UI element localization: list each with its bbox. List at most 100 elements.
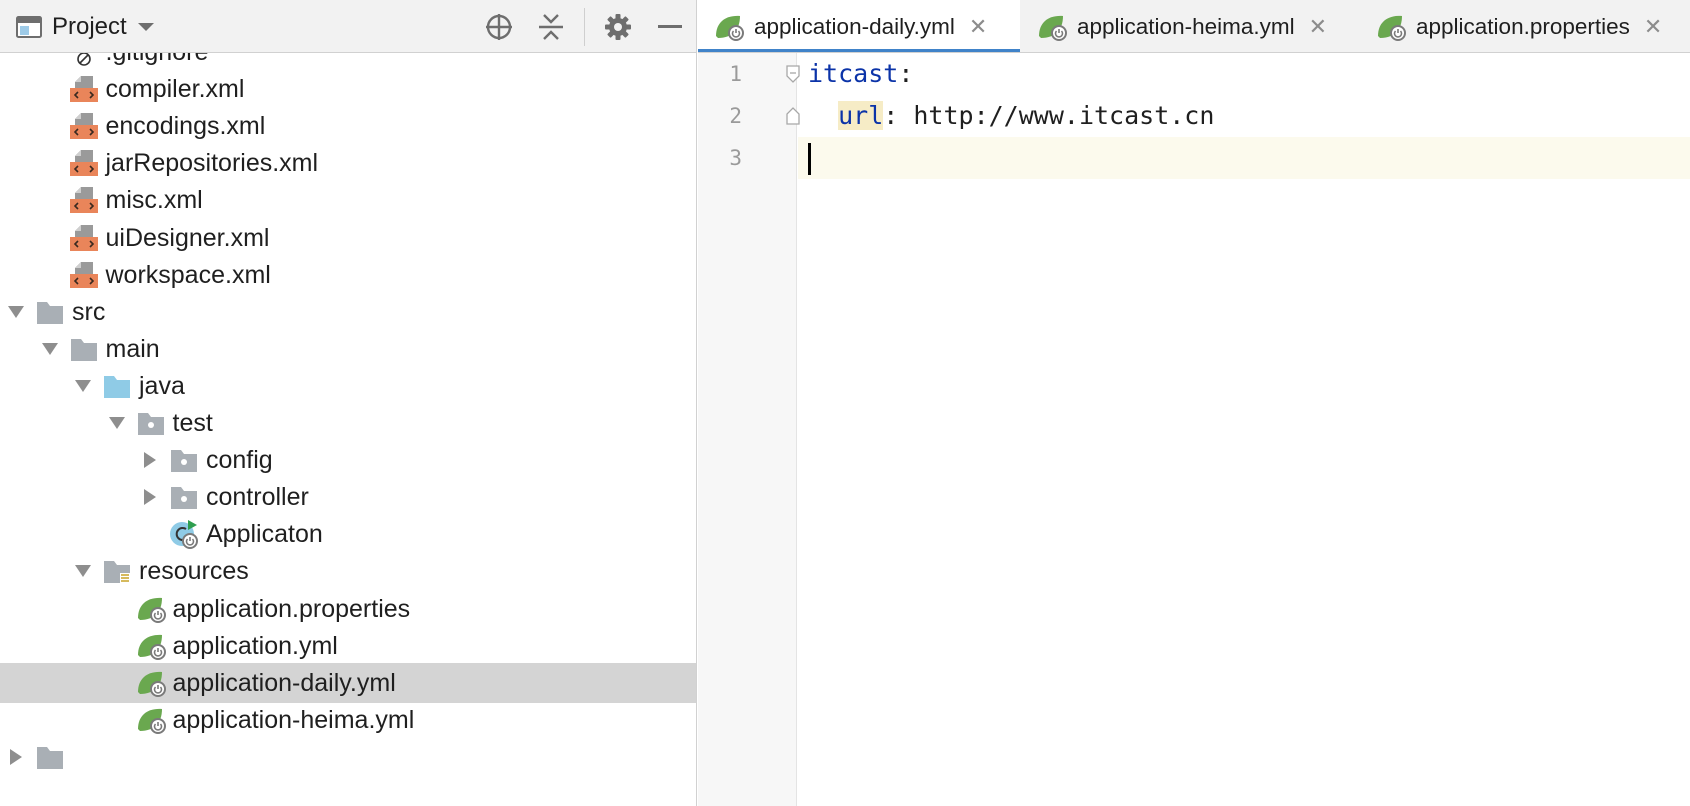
yaml-key: url bbox=[838, 101, 884, 130]
folder-icon bbox=[70, 338, 97, 361]
source-folder-icon bbox=[104, 375, 130, 398]
xml-file-icon bbox=[69, 261, 98, 288]
tree-item-jarrepositories-xml[interactable]: jarRepositories.xml bbox=[0, 143, 696, 183]
expand-arrow-right-icon[interactable] bbox=[138, 448, 162, 472]
expand-arrow-right-icon[interactable] bbox=[4, 745, 28, 769]
tree-item-resources[interactable]: resources bbox=[0, 551, 696, 591]
code-editor[interactable]: itcast: url: http://www.itcast.cn bbox=[798, 53, 1690, 806]
tree-item-src[interactable]: src bbox=[0, 292, 696, 332]
tab-application-properties[interactable]: application.properties ✕ bbox=[1376, 0, 1690, 52]
resources-folder-icon bbox=[104, 561, 130, 585]
locate-file-button[interactable] bbox=[479, 0, 519, 53]
xml-file-icon bbox=[69, 187, 98, 214]
expand-arrow-down-icon[interactable] bbox=[4, 300, 28, 324]
collapse-all-icon bbox=[539, 13, 563, 40]
spring-config-icon bbox=[1039, 15, 1067, 41]
editor-area: application-daily.yml ✕ application-heim… bbox=[698, 0, 1690, 806]
tree-item-applicaton[interactable]: Applicaton bbox=[0, 514, 696, 554]
current-code-line bbox=[798, 137, 1690, 179]
project-window-icon bbox=[16, 15, 42, 38]
project-toolbar: Project bbox=[0, 0, 696, 53]
hide-panel-button[interactable] bbox=[650, 0, 690, 53]
expand-arrow-down-icon[interactable] bbox=[105, 411, 129, 435]
editor-tab-bar: application-daily.yml ✕ application-heim… bbox=[698, 0, 1690, 53]
spring-boot-class-icon bbox=[170, 520, 198, 550]
close-tab-icon[interactable]: ✕ bbox=[969, 14, 987, 40]
tree-item-label: compiler.xml bbox=[105, 75, 245, 104]
package-icon bbox=[171, 450, 197, 473]
spring-config-icon bbox=[1378, 15, 1406, 41]
expand-arrow-down-icon[interactable] bbox=[71, 374, 95, 398]
gitignore-file-icon bbox=[76, 53, 91, 66]
tree-item-label: java bbox=[139, 371, 185, 400]
tree-item-label: src bbox=[72, 297, 106, 326]
tree-item-workspace-xml[interactable]: workspace.xml bbox=[0, 255, 696, 295]
code-line: itcast: bbox=[808, 59, 914, 88]
tree-item-label: controller bbox=[206, 483, 309, 512]
line-number: 3 bbox=[729, 146, 742, 170]
tree-item-label: misc.xml bbox=[105, 186, 203, 215]
tree-item-application-daily-yml[interactable]: application-daily.yml bbox=[0, 662, 696, 703]
tree-item-encodings-xml[interactable]: encodings.xml bbox=[0, 106, 696, 146]
xml-file-icon bbox=[69, 224, 98, 251]
expand-arrow-down-icon[interactable] bbox=[71, 559, 95, 583]
spring-config-icon bbox=[137, 597, 166, 623]
tree-item-folder[interactable] bbox=[0, 737, 696, 777]
project-tree[interactable]: .gitignorecompiler.xmlencodings.xmljarRe… bbox=[0, 53, 696, 806]
spring-config-icon bbox=[137, 634, 166, 660]
tab-label: application-heima.yml bbox=[1077, 13, 1295, 39]
tab-label: application.properties bbox=[1416, 13, 1630, 39]
code-line: url: http://www.itcast.cn bbox=[838, 101, 1215, 130]
tree-item-label: jarRepositories.xml bbox=[105, 149, 319, 178]
tree-item-compiler-xml[interactable]: compiler.xml bbox=[0, 69, 696, 109]
tree-item-uidesigner-xml[interactable]: uiDesigner.xml bbox=[0, 218, 696, 258]
tree-item-label: application.properties bbox=[172, 594, 411, 623]
minimize-icon bbox=[658, 24, 682, 28]
tree-item-label: encodings.xml bbox=[105, 112, 266, 141]
spring-config-icon bbox=[137, 708, 166, 734]
tab-application-heima-yml[interactable]: application-heima.yml ✕ bbox=[1037, 0, 1357, 52]
tree-item-label: application-heima.yml bbox=[172, 705, 415, 734]
tree-item-test[interactable]: test bbox=[0, 403, 696, 443]
project-view-title: Project bbox=[52, 12, 127, 40]
xml-file-icon bbox=[69, 150, 98, 177]
tab-label: application-daily.yml bbox=[754, 13, 955, 39]
tree-item-label: config bbox=[206, 446, 273, 475]
text-caret bbox=[808, 143, 811, 175]
close-tab-icon[interactable]: ✕ bbox=[1644, 14, 1662, 40]
editor-gutter[interactable]: 1 2 3 bbox=[698, 53, 800, 806]
tree-item-label: main bbox=[105, 334, 160, 363]
close-tab-icon[interactable]: ✕ bbox=[1309, 14, 1327, 40]
tree-item-main[interactable]: main bbox=[0, 329, 696, 369]
tree-item-application-heima-yml[interactable]: application-heima.yml bbox=[0, 700, 696, 740]
toolbar-separator bbox=[584, 8, 585, 46]
tree-item-java[interactable]: java bbox=[0, 366, 696, 406]
tree-item-label: uiDesigner.xml bbox=[105, 223, 270, 252]
expand-arrow-right-icon[interactable] bbox=[138, 485, 162, 509]
tab-application-daily-yml[interactable]: application-daily.yml ✕ bbox=[698, 0, 1020, 52]
spring-config-icon bbox=[716, 15, 744, 41]
tree-item-controller[interactable]: controller bbox=[0, 477, 696, 517]
tree-item-label: resources bbox=[139, 557, 249, 586]
expand-arrow-down-icon[interactable] bbox=[38, 337, 62, 361]
locate-icon bbox=[486, 13, 512, 40]
folder-icon bbox=[37, 301, 63, 324]
xml-file-icon bbox=[69, 113, 98, 140]
xml-file-icon bbox=[69, 76, 98, 103]
collapse-all-button[interactable] bbox=[531, 0, 571, 53]
tree-item-config[interactable]: config bbox=[0, 440, 696, 480]
tree-item-label: application.yml bbox=[172, 631, 338, 660]
project-tool-window: Project compiler.xml encodings.xml jarRe… bbox=[0, 0, 697, 806]
tree-item-misc-xml[interactable]: misc.xml bbox=[0, 180, 696, 220]
tree-item-application-yml[interactable]: application.yml bbox=[0, 626, 696, 666]
yaml-value: http://www.itcast.cn bbox=[913, 101, 1215, 130]
tree-item-label: Applicaton bbox=[206, 520, 323, 549]
tree-item-application-properties[interactable]: application.properties bbox=[0, 589, 696, 629]
chevron-down-icon bbox=[137, 22, 154, 31]
line-number: 2 bbox=[729, 104, 742, 128]
settings-button[interactable] bbox=[598, 0, 638, 53]
gear-icon bbox=[605, 13, 631, 40]
project-view-selector[interactable]: Project bbox=[16, 0, 155, 53]
spring-config-icon bbox=[137, 671, 166, 697]
tree-item-label: application-daily.yml bbox=[172, 668, 396, 697]
